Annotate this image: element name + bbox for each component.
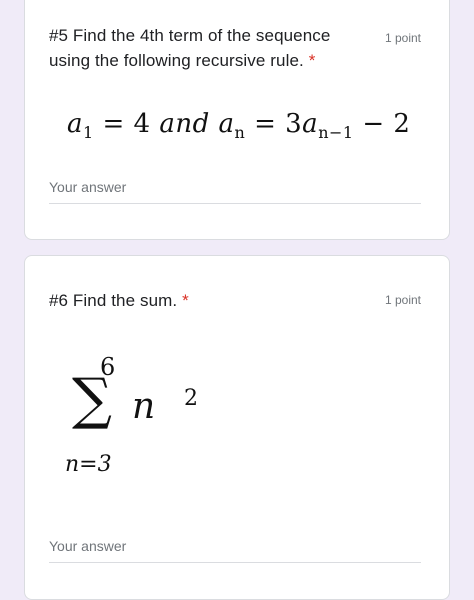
points-label: 1 point <box>384 293 421 307</box>
question-card-5: #5 Find the 4th term of the sequence usi… <box>24 0 450 240</box>
question-title: #5 Find the 4th term of the sequence usi… <box>49 23 369 73</box>
eq-sub-n-1: n−1 <box>318 123 354 142</box>
question-text: #6 Find the sum. <box>49 291 178 310</box>
sum-lower-limit: n=3 <box>65 452 112 477</box>
answer-input[interactable]: Your answer <box>49 179 126 195</box>
required-asterisk: * <box>308 51 316 70</box>
answer-input[interactable]: Your answer <box>49 538 126 554</box>
sigma-symbol: ∑ <box>72 367 112 432</box>
answer-underline <box>49 203 421 204</box>
eq-var-an-1: a <box>302 109 319 139</box>
eq-sub-n: n <box>234 123 246 142</box>
question-title: #6 Find the sum. * <box>49 288 369 313</box>
sum-term: n <box>132 386 156 427</box>
eq-and: and <box>159 109 210 139</box>
eq-var-an: a <box>218 109 235 139</box>
eq-equals-3: = 3 <box>245 109 303 139</box>
question-card-6: #6 Find the sum. * 1 point 6 ∑ n 2 n=3 Y… <box>24 255 450 600</box>
eq-equals-4: = 4 <box>93 109 160 139</box>
answer-underline <box>49 562 421 563</box>
required-asterisk: * <box>182 291 189 310</box>
eq-minus-2: − 2 <box>353 109 411 139</box>
question-text: #5 Find the 4th term of the sequence usi… <box>49 26 331 70</box>
eq-var-a1: a <box>67 109 84 139</box>
points-label: 1 point <box>384 31 421 45</box>
eq-sub-1: 1 <box>83 123 94 142</box>
sum-exponent: 2 <box>184 386 198 411</box>
recursive-rule-equation: a1 = 4 and an = 3an−1 − 2 <box>67 109 410 142</box>
